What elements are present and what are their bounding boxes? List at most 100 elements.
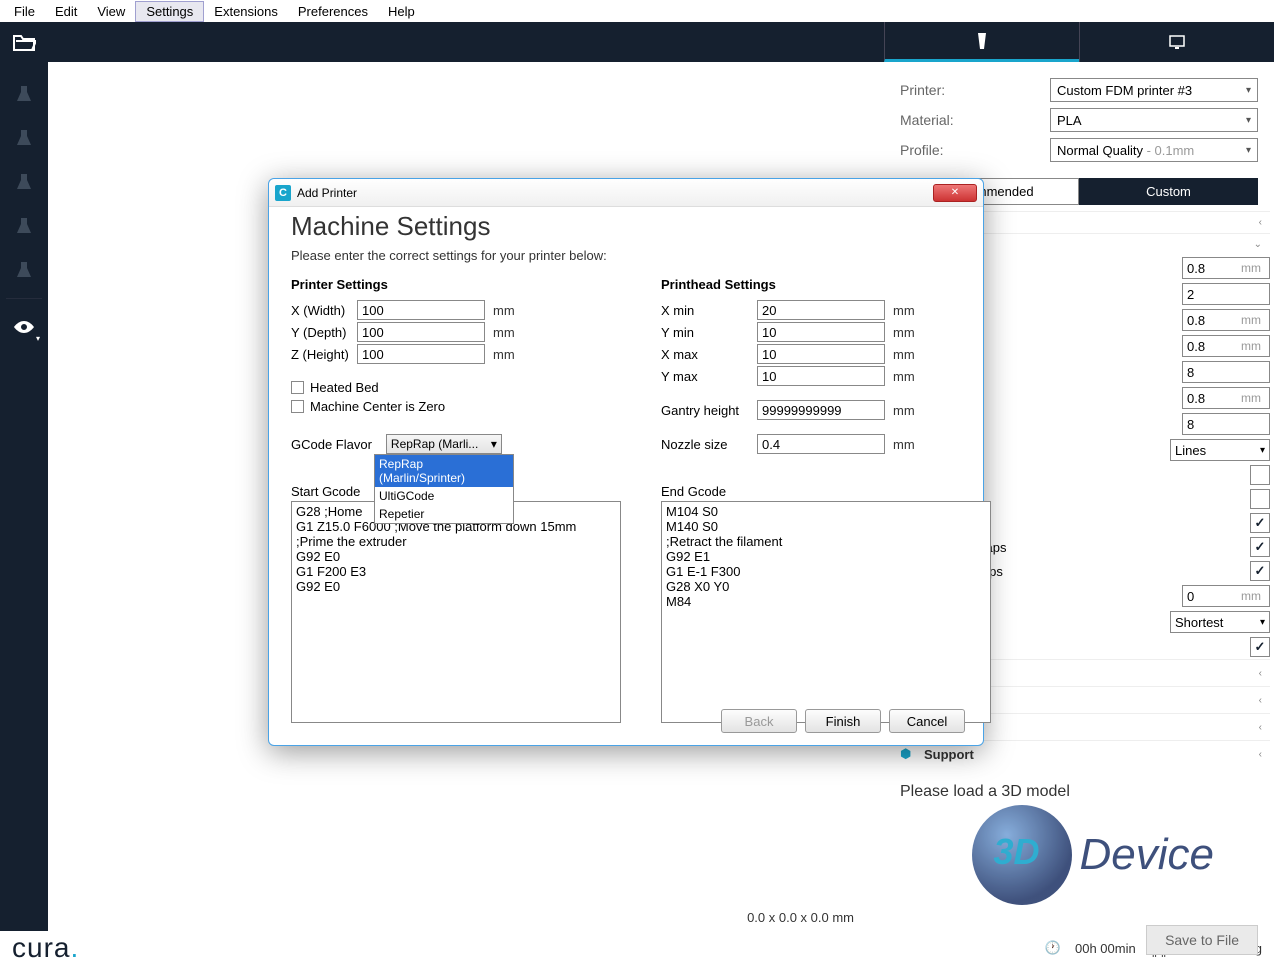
unit-mm: mm <box>893 325 915 340</box>
gcode-flavor-option[interactable]: Repetier <box>375 505 513 523</box>
setting-checkbox[interactable]: ✓ <box>1250 537 1270 557</box>
profile-select[interactable]: Normal Quality - 0.1mm▾ <box>1050 138 1258 162</box>
chevron-down-icon: ▾ <box>1246 115 1251 126</box>
gcode-flavor-value: RepRap (Marli... <box>391 437 478 451</box>
gcode-flavor-option[interactable]: UltiGCode <box>375 487 513 505</box>
dialog-subtitle: Please enter the correct settings for yo… <box>291 248 961 263</box>
setting-select[interactable]: Lines▾ <box>1170 439 1270 461</box>
menu-file[interactable]: File <box>4 2 45 21</box>
setting-input[interactable]: 0.8mm <box>1182 257 1270 279</box>
menu-settings[interactable]: Settings <box>135 1 204 22</box>
heated-bed-label: Heated Bed <box>310 380 379 395</box>
statusbar: cura. 🕐 00h 00min ║║ 0.00 m / ~ 0 g <box>0 931 1274 965</box>
ymin-input[interactable] <box>757 322 885 342</box>
ymax-input[interactable] <box>757 366 885 386</box>
menu-preferences[interactable]: Preferences <box>288 2 378 21</box>
flask-icon <box>14 216 34 236</box>
chevron-down-icon: ▾ <box>1246 85 1251 96</box>
chevron-down-icon: ▾ <box>1246 145 1251 156</box>
close-button[interactable]: ✕ <box>933 184 977 202</box>
support-icon: ⬢ <box>900 746 924 762</box>
gantry-input[interactable] <box>757 400 885 420</box>
unit-mm: mm <box>493 347 515 362</box>
setting-checkbox[interactable] <box>1250 489 1270 509</box>
menu-help[interactable]: Help <box>378 2 425 21</box>
eye-icon <box>13 320 35 334</box>
profile-label: Profile: <box>900 142 1050 158</box>
setting-input[interactable]: 0.8mm <box>1182 335 1270 357</box>
unit-mm: mm <box>493 325 515 340</box>
unit-mm: mm <box>893 403 915 418</box>
tool-move[interactable] <box>6 76 42 112</box>
tab-monitor[interactable] <box>1079 22 1274 62</box>
printhead-settings-heading: Printhead Settings <box>661 277 991 292</box>
setting-checkbox[interactable]: ✓ <box>1250 561 1270 581</box>
top-toolbar <box>0 22 1274 62</box>
flask-icon <box>14 128 34 148</box>
setting-input[interactable]: 8 <box>1182 413 1270 435</box>
setting-input[interactable]: 0.8mm <box>1182 309 1270 331</box>
xmin-input[interactable] <box>757 300 885 320</box>
tab-custom[interactable]: Custom <box>1079 178 1258 205</box>
cancel-button[interactable]: Cancel <box>889 709 965 733</box>
ymax-label: Y max <box>661 369 757 384</box>
setting-checkbox[interactable]: ✓ <box>1250 513 1270 533</box>
printer-value: Custom FDM printer #3 <box>1057 83 1192 98</box>
gcode-flavor-dropdown: RepRap (Marlin/Sprinter)UltiGCodeRepetie… <box>374 454 514 524</box>
chevron-down-icon[interactable]: ⌄ <box>1254 239 1270 250</box>
tab-prepare[interactable] <box>884 22 1079 62</box>
gcode-flavor-option[interactable]: RepRap (Marlin/Sprinter) <box>375 455 513 487</box>
printer-label: Printer: <box>900 82 1050 98</box>
z-height-label: Z (Height) <box>291 347 357 362</box>
unit-mm: mm <box>893 369 915 384</box>
model-dimensions: 0.0 x 0.0 x 0.0 mm <box>747 910 854 925</box>
setting-input[interactable]: 0.8mm <box>1182 387 1270 409</box>
menu-view[interactable]: View <box>87 2 135 21</box>
prepare-icon <box>972 31 992 51</box>
view-mode-button[interactable]: ▾ <box>6 309 42 345</box>
unit-mm: mm <box>893 347 915 362</box>
open-file-button[interactable] <box>0 22 48 62</box>
start-gcode-textarea[interactable] <box>291 501 621 723</box>
setting-input[interactable]: 8 <box>1182 361 1270 383</box>
sidebar-divider <box>6 298 42 299</box>
gcode-flavor-select[interactable]: RepRap (Marli...▾ <box>386 434 502 454</box>
chevron-left-icon[interactable]: ‹ <box>1259 217 1270 228</box>
back-button[interactable]: Back <box>721 709 797 733</box>
setting-checkbox[interactable]: ✓ <box>1250 637 1270 657</box>
unit-mm: mm <box>893 303 915 318</box>
tool-rotate[interactable] <box>6 164 42 200</box>
end-gcode-label: End Gcode <box>661 484 991 499</box>
left-sidebar: ▾ <box>0 62 48 931</box>
finish-button[interactable]: Finish <box>805 709 881 733</box>
material-value: PLA <box>1057 113 1082 128</box>
flask-icon <box>14 172 34 192</box>
tool-per-model[interactable] <box>6 252 42 288</box>
setting-select[interactable]: Shortest▾ <box>1170 611 1270 633</box>
tool-mirror[interactable] <box>6 208 42 244</box>
chevron-left-icon: ‹ <box>1259 749 1270 760</box>
menu-extensions[interactable]: Extensions <box>204 2 288 21</box>
dialog-titlebar[interactable]: C Add Printer ✕ <box>269 179 983 207</box>
nozzle-label: Nozzle size <box>661 437 757 452</box>
y-depth-input[interactable] <box>357 322 485 342</box>
menu-edit[interactable]: Edit <box>45 2 87 21</box>
x-width-input[interactable] <box>357 300 485 320</box>
xmax-input[interactable] <box>757 344 885 364</box>
end-gcode-textarea[interactable] <box>661 501 991 723</box>
nozzle-input[interactable] <box>757 434 885 454</box>
center-zero-checkbox[interactable] <box>291 400 304 413</box>
dialog-heading: Machine Settings <box>291 211 961 242</box>
monitor-icon <box>1167 32 1187 52</box>
heated-bed-checkbox[interactable] <box>291 381 304 394</box>
setting-input[interactable]: 2 <box>1182 283 1270 305</box>
profile-value: Normal Quality <box>1057 143 1143 158</box>
setting-checkbox[interactable] <box>1250 465 1270 485</box>
z-height-input[interactable] <box>357 344 485 364</box>
save-to-file-button[interactable]: Save to File <box>1146 925 1258 955</box>
xmin-label: X min <box>661 303 757 318</box>
tool-scale[interactable] <box>6 120 42 156</box>
printer-select[interactable]: Custom FDM printer #3 ▾ <box>1050 78 1258 102</box>
setting-input[interactable]: 0mm <box>1182 585 1270 607</box>
material-select[interactable]: PLA ▾ <box>1050 108 1258 132</box>
